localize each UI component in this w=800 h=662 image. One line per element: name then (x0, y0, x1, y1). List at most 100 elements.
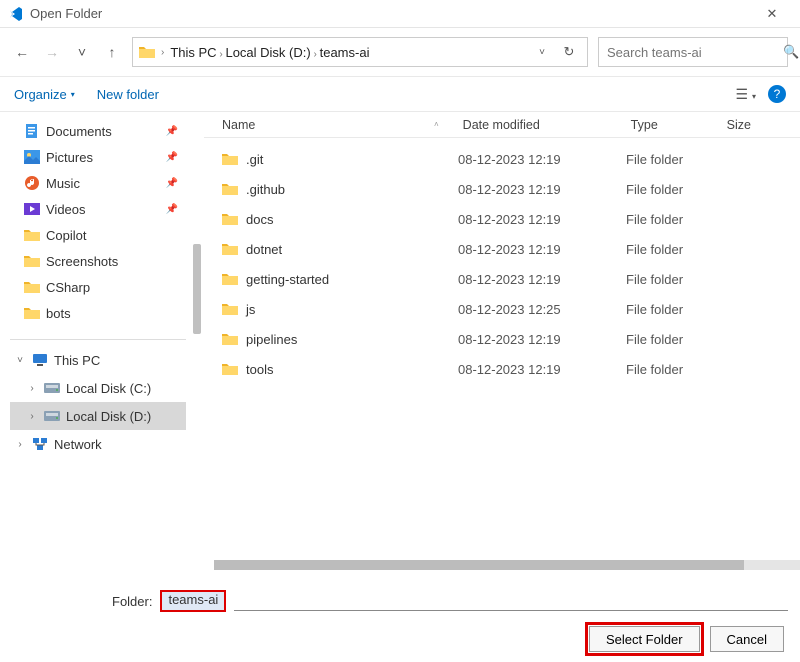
recent-dropdown[interactable]: ˅ (72, 44, 92, 60)
nav-row: ← → ˅ ↑ › This PC › Local Disk (D:) › te… (0, 28, 800, 76)
horizontal-scrollbar[interactable] (204, 558, 800, 572)
tree-item-label: This PC (54, 353, 100, 368)
tree-item-this-pc[interactable]: ˅ This PC (10, 346, 186, 374)
file-date: 08-12-2023 12:19 (458, 362, 626, 377)
forward-button[interactable]: → (42, 44, 62, 60)
sidebar-item-label: Documents (46, 124, 112, 139)
chevron-right-icon: › (311, 49, 320, 60)
file-row[interactable]: .github08-12-2023 12:19File folder (204, 174, 800, 204)
disk-icon (44, 382, 60, 394)
file-row[interactable]: pipelines08-12-2023 12:19File folder (204, 324, 800, 354)
file-name: pipelines (246, 332, 458, 347)
pin-icon: 📌 (166, 204, 178, 215)
fold-icon (24, 306, 40, 320)
sidebar-item-documents[interactable]: Documents 📌 (10, 118, 186, 144)
sidebar-item-label: Videos (46, 202, 86, 217)
sidebar-item-pictures[interactable]: Pictures 📌 (10, 144, 186, 170)
col-name[interactable]: Name (222, 118, 458, 132)
search-input[interactable] (607, 45, 783, 60)
sidebar-item-copilot[interactable]: Copilot (10, 222, 186, 248)
breadcrumb-segment[interactable]: Local Disk (D:) (225, 45, 310, 60)
pc-icon (32, 353, 48, 367)
back-button[interactable]: ← (12, 44, 32, 60)
sidebar-item-label: Screenshots (46, 254, 118, 269)
expand-icon[interactable]: › (14, 439, 26, 450)
col-date[interactable]: Date modified (463, 118, 631, 132)
cancel-button[interactable]: Cancel (710, 626, 784, 652)
breadcrumb-segment[interactable]: teams-ai (320, 45, 370, 60)
file-date: 08-12-2023 12:19 (458, 332, 626, 347)
tree-item-network[interactable]: › Network (10, 430, 186, 458)
file-row[interactable]: .git08-12-2023 12:19File folder (204, 144, 800, 174)
pin-icon: 📌 (166, 126, 178, 137)
organize-button[interactable]: Organize▾ (14, 87, 75, 102)
file-type: File folder (626, 152, 722, 167)
expand-icon[interactable]: › (26, 411, 38, 422)
file-row[interactable]: tools08-12-2023 12:19File folder (204, 354, 800, 384)
address-bar[interactable]: › This PC › Local Disk (D:) › teams-ai ˅… (132, 37, 588, 67)
col-type[interactable]: Type (631, 118, 727, 132)
dialog-body: Documents📌Pictures📌Music📌Videos📌CopilotS… (0, 112, 800, 572)
tree-item-label: Local Disk (D:) (66, 409, 151, 424)
file-row[interactable]: getting-started08-12-2023 12:19File fold… (204, 264, 800, 294)
sidebar-item-label: CSharp (46, 280, 90, 295)
file-type: File folder (626, 302, 722, 317)
chevron-right-icon: › (161, 47, 164, 58)
pics-icon (24, 149, 40, 165)
sidebar-item-bots[interactable]: bots (10, 300, 186, 326)
sidebar-item-videos[interactable]: Videos 📌 (10, 196, 186, 222)
close-icon[interactable]: ✕ (752, 6, 792, 22)
sidebar-item-music[interactable]: Music📌 (10, 170, 186, 196)
file-name: js (246, 302, 458, 317)
file-type: File folder (626, 242, 722, 257)
file-date: 08-12-2023 12:19 (458, 182, 626, 197)
breadcrumb-segment[interactable]: This PC (170, 45, 216, 60)
file-type: File folder (626, 362, 722, 377)
select-folder-button[interactable]: Select Folder (589, 626, 700, 652)
dialog-footer: Folder: teams-ai Select Folder Cancel (0, 572, 800, 662)
chevron-down-icon[interactable]: ˅ (533, 47, 551, 58)
new-folder-button[interactable]: New folder (97, 87, 159, 102)
search-icon[interactable]: 🔍 (783, 44, 799, 60)
sidebar-item-screenshots[interactable]: Screenshots (10, 248, 186, 274)
tree-item-label: Network (54, 437, 102, 452)
folder-icon (222, 182, 240, 196)
titlebar: Open Folder ✕ (0, 0, 800, 28)
folder-icon (222, 332, 240, 346)
file-type: File folder (626, 212, 722, 227)
file-row[interactable]: dotnet08-12-2023 12:19File folder (204, 234, 800, 264)
folder-name-input[interactable]: teams-ai (160, 590, 226, 612)
column-headers[interactable]: Name ˄ Date modified Type Size (204, 112, 800, 138)
folder-label: Folder: (112, 594, 152, 609)
tree-item-local-disk-c-[interactable]: › Local Disk (C:) (10, 374, 186, 402)
music-icon (24, 175, 40, 191)
tree-item-label: Local Disk (C:) (66, 381, 151, 396)
fold-icon (24, 228, 40, 242)
file-date: 08-12-2023 12:19 (458, 242, 626, 257)
folder-icon (139, 45, 155, 59)
pin-icon: 📌 (166, 178, 178, 189)
pin-icon: 📌 (166, 152, 178, 163)
sidebar-scrollbar[interactable] (190, 112, 204, 572)
tree-item-local-disk-d-[interactable]: › Local Disk (D:) (10, 402, 186, 430)
toolbar: Organize▾ New folder ☰ ▾ ? (0, 76, 800, 112)
refresh-icon[interactable]: ↻ (557, 44, 581, 60)
file-type: File folder (626, 182, 722, 197)
breadcrumb[interactable]: This PC › Local Disk (D:) › teams-ai (170, 45, 369, 60)
search-box[interactable]: 🔍 (598, 37, 788, 67)
sidebar-item-csharp[interactable]: CSharp (10, 274, 186, 300)
file-row[interactable]: docs08-12-2023 12:19File folder (204, 204, 800, 234)
folder-icon (222, 272, 240, 286)
expand-icon[interactable]: › (26, 383, 38, 394)
sidebar-item-label: Pictures (46, 150, 93, 165)
sidebar-item-label: bots (46, 306, 71, 321)
file-date: 08-12-2023 12:25 (458, 302, 626, 317)
up-button[interactable]: ↑ (102, 44, 122, 60)
file-row[interactable]: js08-12-2023 12:25File folder (204, 294, 800, 324)
file-name: tools (246, 362, 458, 377)
help-icon[interactable]: ? (768, 85, 786, 103)
expand-icon[interactable]: ˅ (14, 355, 26, 366)
col-size[interactable]: Size (727, 118, 800, 132)
view-options-button[interactable]: ☰ ▾ (736, 86, 756, 103)
file-date: 08-12-2023 12:19 (458, 152, 626, 167)
